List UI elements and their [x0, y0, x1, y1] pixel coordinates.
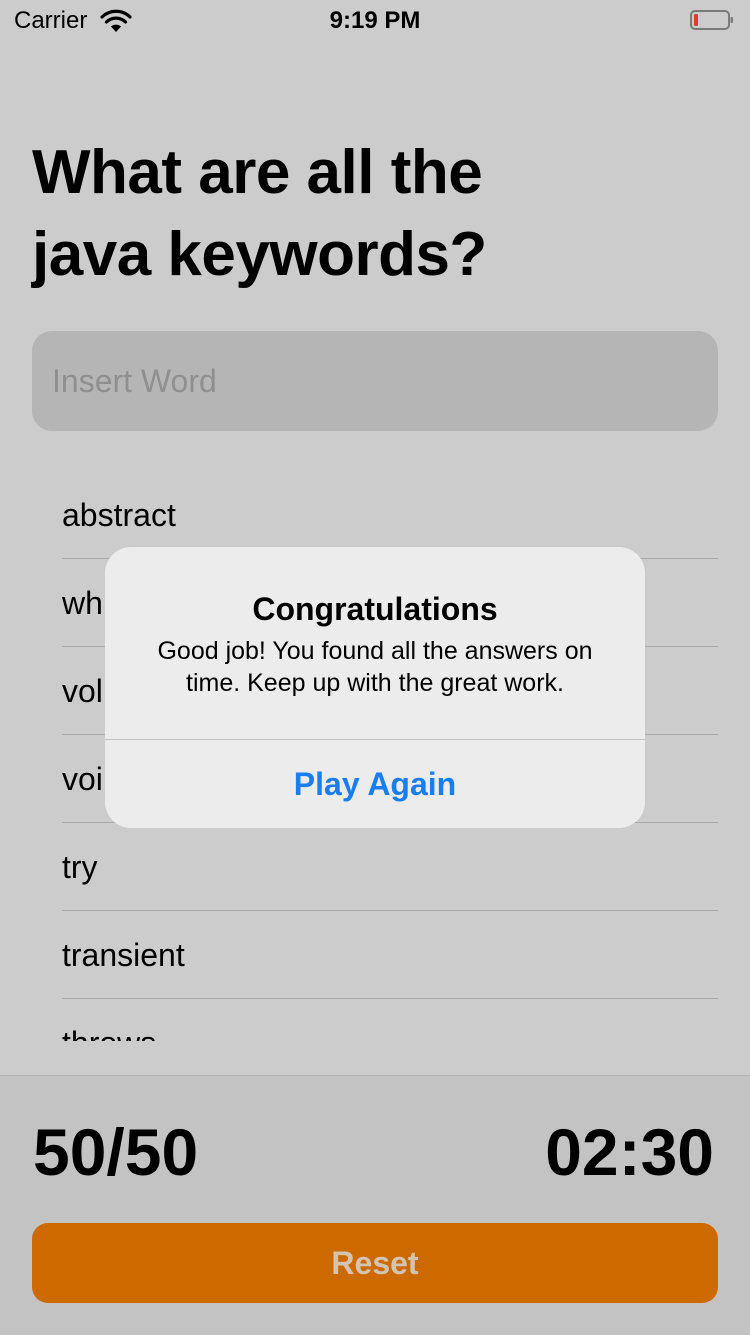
alert-title: Congratulations [252, 591, 498, 627]
reset-button[interactable]: Reset [32, 1223, 718, 1303]
list-item: abstract [62, 471, 718, 559]
question-title: What are all the java keywords? [32, 138, 487, 289]
list-item: transient [62, 911, 718, 999]
countdown-timer: 02:30 [545, 1115, 714, 1189]
list-item: throws [62, 999, 718, 1041]
word-input[interactable] [32, 331, 718, 431]
score-counter: 50/50 [33, 1115, 199, 1189]
congratulations-alert: Congratulations Good job! You found all … [105, 547, 645, 828]
play-again-button[interactable]: Play Again [105, 740, 645, 828]
alert-message: Good job! You found all the answers on t… [157, 637, 593, 697]
status-bar: Carrier 9:19 PM [0, 0, 750, 40]
battery-icon [690, 10, 733, 30]
list-item: try [62, 823, 718, 911]
footer-bar: 50/50 02:30 Reset [0, 1075, 750, 1335]
status-time: 9:19 PM [329, 7, 421, 34]
